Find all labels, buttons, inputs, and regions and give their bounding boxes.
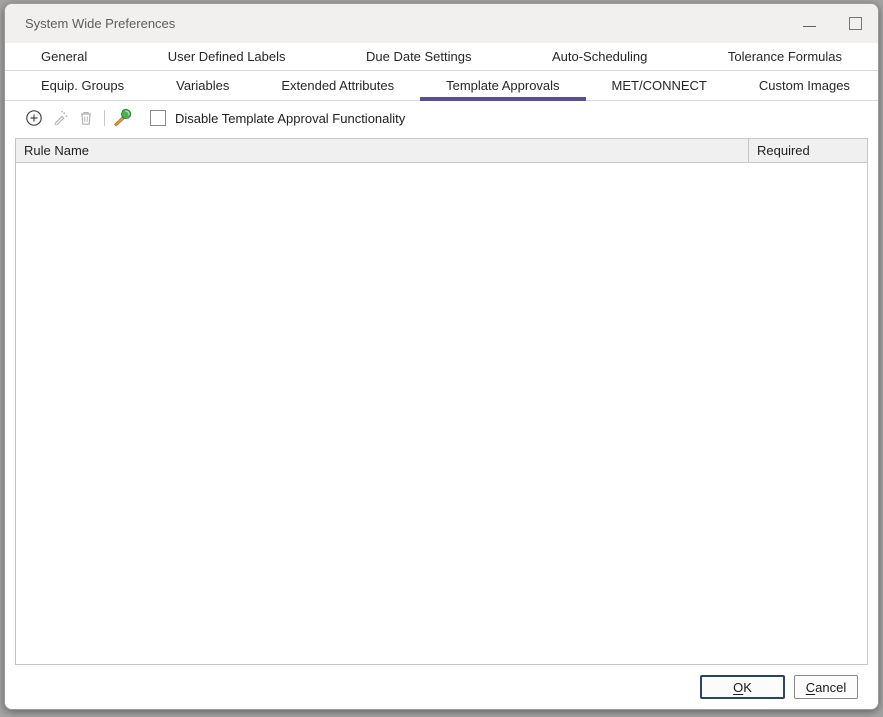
tab-template-approvals[interactable]: Template Approvals bbox=[420, 71, 585, 100]
add-circle-icon bbox=[25, 109, 43, 127]
tab-equip-groups[interactable]: Equip. Groups bbox=[15, 71, 150, 100]
toolbar-separator bbox=[104, 110, 105, 126]
disable-template-approval-checkbox[interactable] bbox=[150, 110, 166, 126]
footer: OK Cancel bbox=[5, 665, 878, 709]
minimize-button[interactable] bbox=[786, 4, 832, 43]
tab-auto-scheduling[interactable]: Auto-Scheduling bbox=[526, 43, 673, 70]
tab-general[interactable]: General bbox=[15, 43, 113, 70]
tab-due-date-settings[interactable]: Due Date Settings bbox=[340, 43, 498, 70]
tab-custom-images[interactable]: Custom Images bbox=[733, 71, 876, 100]
rules-table-body bbox=[16, 163, 867, 664]
system-wide-preferences-dialog: System Wide Preferences General User Def… bbox=[4, 3, 879, 710]
add-rule-button[interactable] bbox=[21, 105, 47, 131]
disable-template-approval-row: Disable Template Approval Functionality bbox=[150, 110, 405, 126]
disable-template-approval-label[interactable]: Disable Template Approval Functionality bbox=[175, 111, 405, 126]
edit-rule-button[interactable] bbox=[47, 105, 73, 131]
ok-button[interactable]: OK bbox=[700, 675, 785, 699]
rules-table-header: Rule Name Required bbox=[16, 139, 867, 163]
tab-row-1: General User Defined Labels Due Date Set… bbox=[5, 43, 878, 71]
rules-table: Rule Name Required bbox=[15, 138, 868, 665]
trash-icon bbox=[77, 109, 95, 127]
cancel-mnemonic: C bbox=[806, 680, 815, 695]
tab-row-2: Equip. Groups Variables Extended Attribu… bbox=[5, 71, 878, 101]
column-header-required: Required bbox=[749, 139, 867, 162]
maximize-icon bbox=[849, 17, 862, 30]
ok-rest: K bbox=[743, 680, 752, 695]
column-header-rule-name: Rule Name bbox=[16, 139, 749, 162]
tab-variables[interactable]: Variables bbox=[150, 71, 255, 100]
edit-wand-icon bbox=[51, 109, 69, 127]
window-controls bbox=[786, 4, 878, 43]
toolbar: Disable Template Approval Functionality bbox=[5, 101, 878, 135]
tab-extended-attributes[interactable]: Extended Attributes bbox=[255, 71, 420, 100]
cancel-rest: ancel bbox=[815, 680, 846, 695]
tab-met-connect[interactable]: MET/CONNECT bbox=[586, 71, 733, 100]
minimize-icon bbox=[803, 26, 816, 27]
ok-mnemonic: O bbox=[733, 680, 743, 695]
maximize-button[interactable] bbox=[832, 4, 878, 43]
wizard-button[interactable] bbox=[110, 105, 136, 131]
titlebar: System Wide Preferences bbox=[5, 4, 878, 43]
tab-user-defined-labels[interactable]: User Defined Labels bbox=[142, 43, 312, 70]
wizard-wand-color-icon bbox=[113, 108, 133, 128]
window-title: System Wide Preferences bbox=[25, 16, 175, 31]
delete-rule-button[interactable] bbox=[73, 105, 99, 131]
cancel-button[interactable]: Cancel bbox=[794, 675, 858, 699]
tab-tolerance-formulas[interactable]: Tolerance Formulas bbox=[702, 43, 868, 70]
